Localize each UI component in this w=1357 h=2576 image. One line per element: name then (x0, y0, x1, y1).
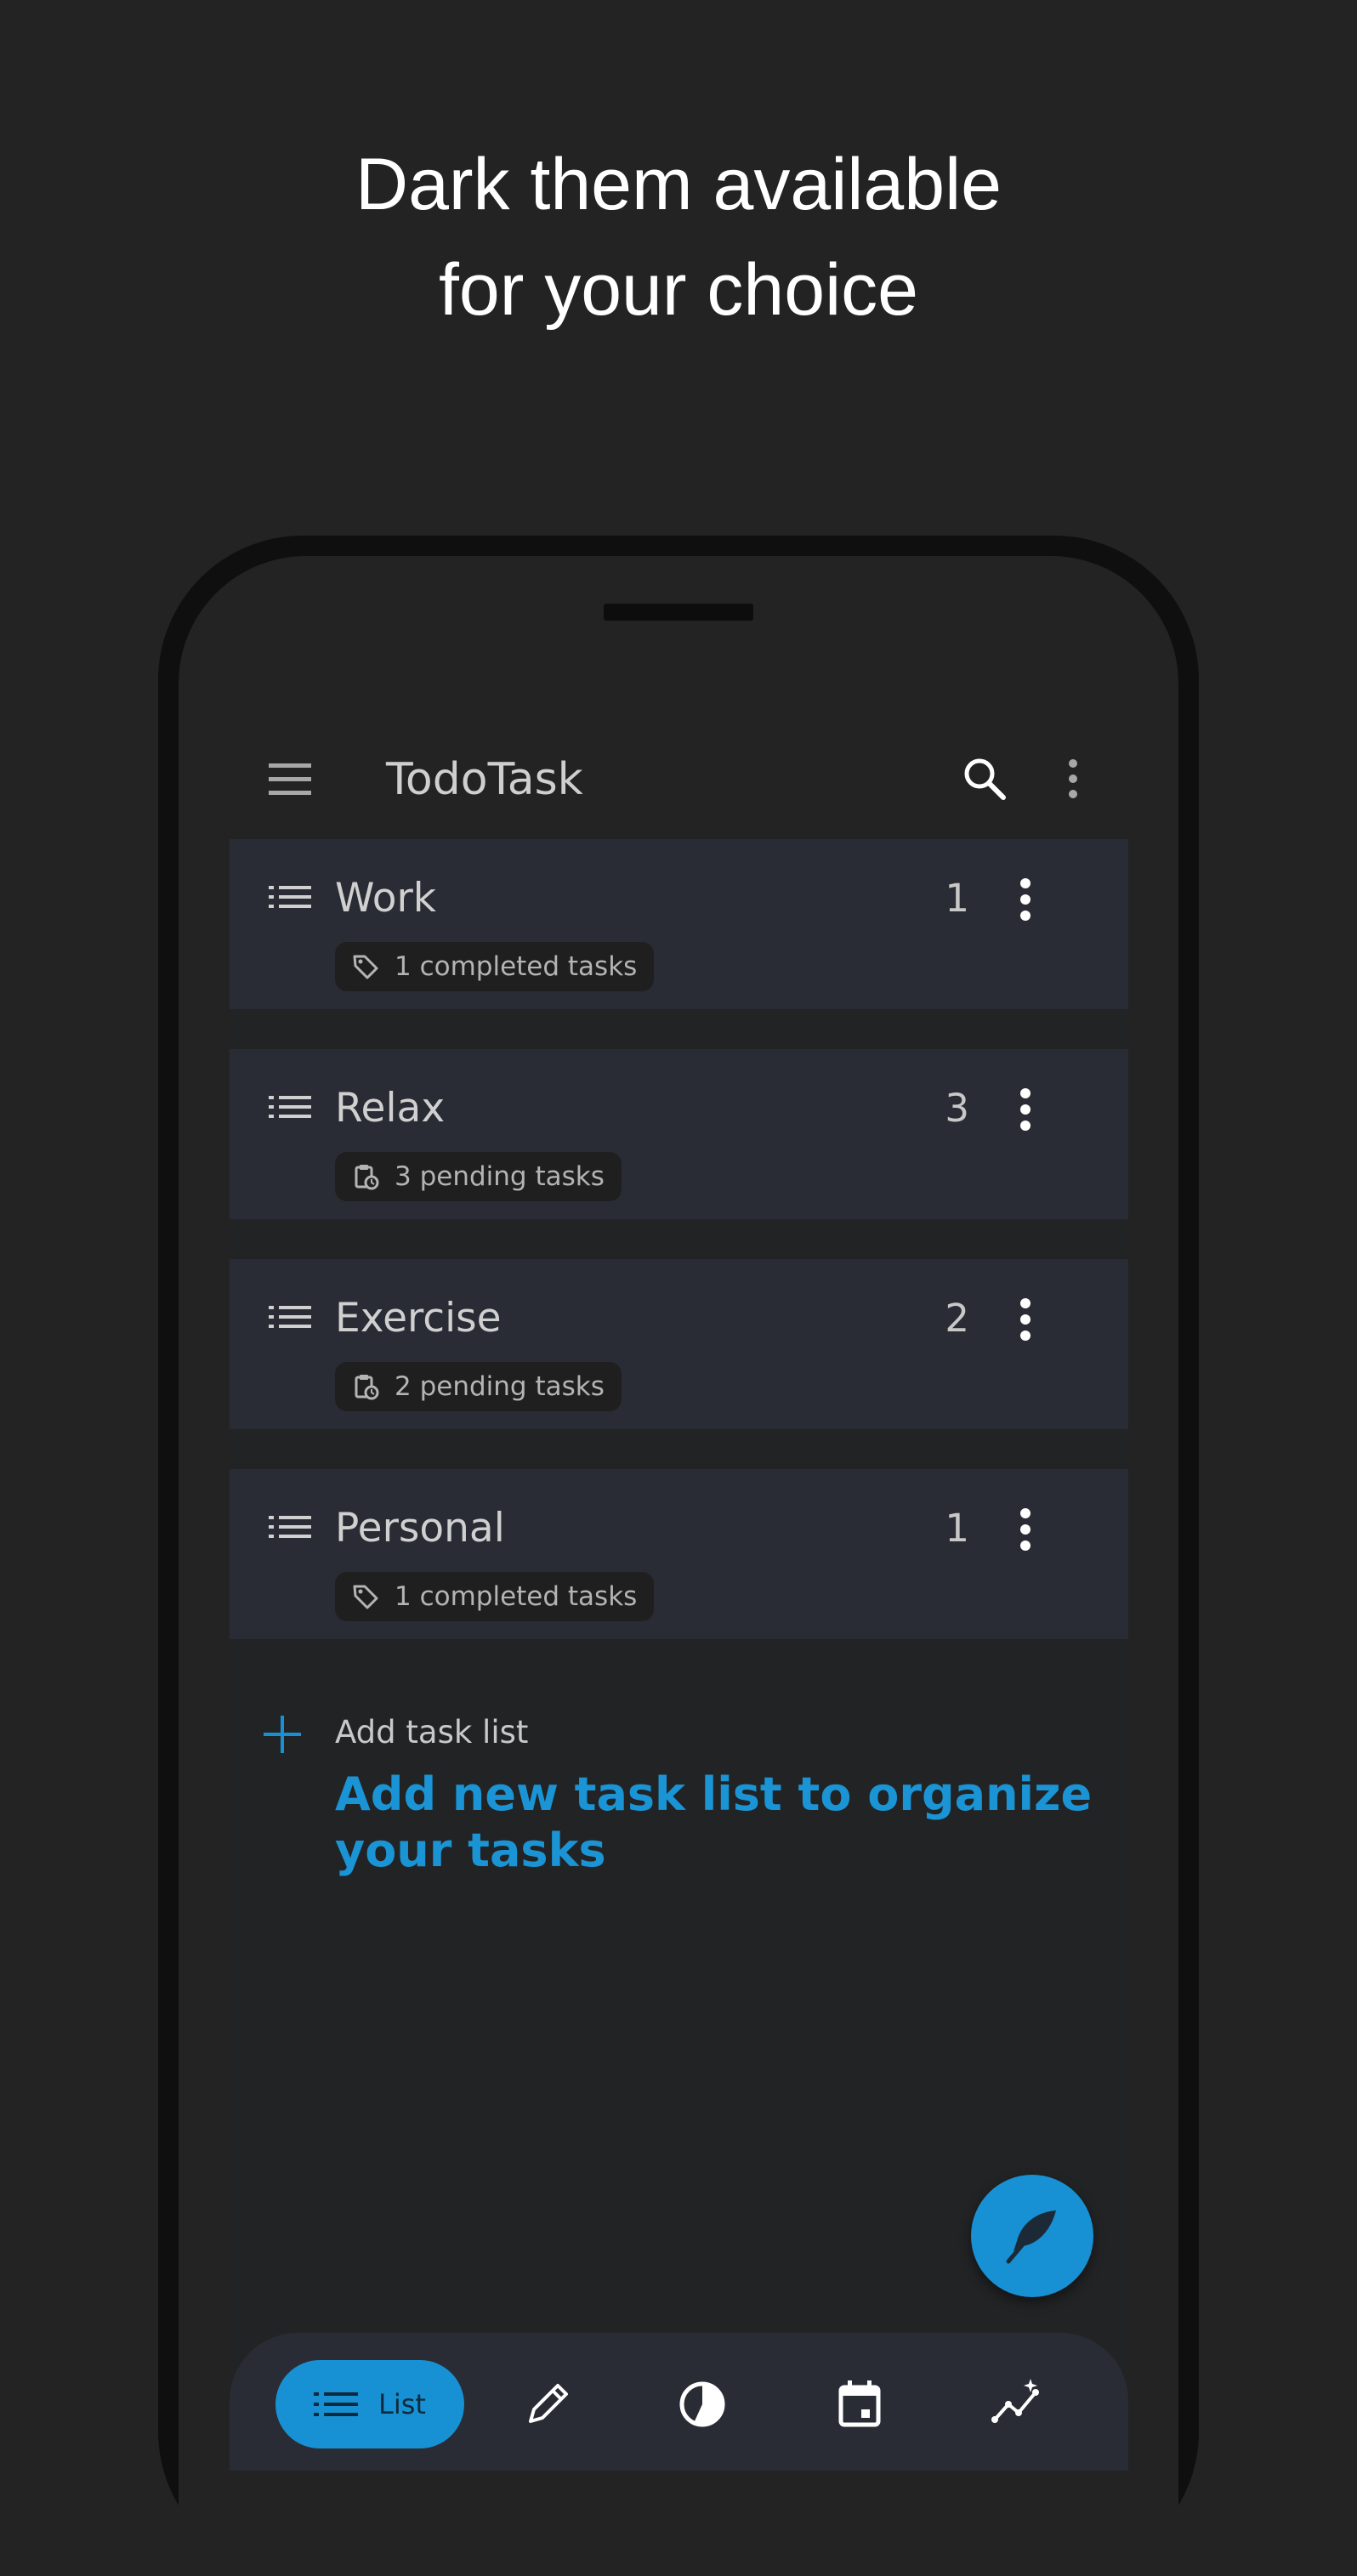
app-title: TodoTask (386, 754, 583, 805)
more-options-icon[interactable] (1019, 878, 1032, 921)
app-bar: TodoTask (230, 721, 1128, 838)
task-count: 2 (945, 1296, 969, 1341)
task-list-card-work[interactable]: Work 1 1 completed tasks (230, 839, 1128, 1009)
headline: Dark them available for your choice (0, 132, 1357, 343)
tag-icon (353, 955, 378, 979)
nav-list-button[interactable]: List (275, 2360, 464, 2448)
status-text: 3 pending tasks (395, 1161, 605, 1192)
task-list-card-personal[interactable]: Personal 1 1 completed tasks (230, 1469, 1128, 1639)
tag-icon (353, 1585, 378, 1609)
overflow-menu-icon[interactable] (1066, 758, 1080, 799)
clipboard-clock-icon (355, 1165, 379, 1190)
plus-icon[interactable] (262, 1714, 303, 1755)
list-icon (269, 1516, 311, 1538)
app-screen: TodoTask Work 1 1 completed tasks Relax … (230, 721, 1128, 2471)
search-icon[interactable] (961, 755, 1008, 803)
pencil-icon[interactable] (519, 2375, 576, 2433)
task-list-name: Exercise (335, 1295, 502, 1342)
trend-icon[interactable] (988, 2375, 1046, 2433)
bottom-navigation: List (230, 2333, 1128, 2471)
list-icon (269, 1306, 311, 1328)
calendar-icon[interactable] (831, 2375, 889, 2433)
task-list-card-relax[interactable]: Relax 3 3 pending tasks (230, 1049, 1128, 1219)
more-options-icon[interactable] (1019, 1508, 1032, 1551)
status-chip: 2 pending tasks (335, 1362, 622, 1411)
new-task-fab[interactable] (971, 2175, 1093, 2297)
nav-list-label: List (378, 2388, 426, 2420)
task-list-name: Personal (335, 1505, 505, 1552)
phone-speaker (604, 604, 753, 621)
task-list-name: Work (335, 875, 437, 922)
list-icon (314, 2392, 359, 2416)
headline-line-1: Dark them available (355, 144, 1002, 225)
task-list-card-exercise[interactable]: Exercise 2 2 pending tasks (230, 1259, 1128, 1429)
task-count: 3 (945, 1086, 969, 1131)
status-text: 1 completed tasks (395, 951, 638, 982)
list-icon (269, 886, 311, 908)
more-options-icon[interactable] (1019, 1088, 1032, 1131)
feather-icon (1006, 2210, 1056, 2264)
headline-line-2: for your choice (438, 249, 919, 331)
pie-chart-icon[interactable] (673, 2375, 731, 2433)
status-text: 2 pending tasks (395, 1371, 605, 1402)
list-icon (269, 1096, 311, 1118)
task-count: 1 (945, 876, 969, 921)
status-chip: 1 completed tasks (335, 942, 655, 991)
hamburger-menu-icon[interactable] (269, 760, 311, 799)
status-text: 1 completed tasks (395, 1581, 638, 1612)
task-list-name: Relax (335, 1085, 446, 1132)
add-task-list-description: Add new task list to organize your tasks (335, 1767, 1093, 1877)
add-task-list-label[interactable]: Add task list (335, 1710, 528, 1756)
status-chip: 1 completed tasks (335, 1572, 655, 1621)
more-options-icon[interactable] (1019, 1298, 1032, 1341)
task-count: 1 (945, 1506, 969, 1551)
status-chip: 3 pending tasks (335, 1152, 622, 1201)
clipboard-clock-icon (355, 1375, 379, 1400)
